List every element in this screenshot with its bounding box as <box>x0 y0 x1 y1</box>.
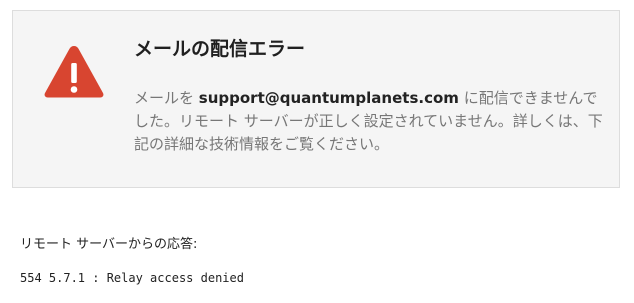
recipient-address: support@quantumplanets.com <box>198 89 459 107</box>
error-title: メールの配信エラー <box>134 38 306 60</box>
delivery-error-card: メールの配信エラー メールを support@quantumplanets.co… <box>12 10 620 188</box>
error-message: メールを support@quantumplanets.com に配信できません… <box>134 87 604 156</box>
server-response-label: リモート サーバーからの応答: <box>20 237 198 252</box>
warning-triangle-icon <box>43 43 105 99</box>
error-message-prefix: メールを <box>134 89 199 107</box>
server-response-code: 554 5.7.1 : Relay access denied <box>20 271 244 285</box>
